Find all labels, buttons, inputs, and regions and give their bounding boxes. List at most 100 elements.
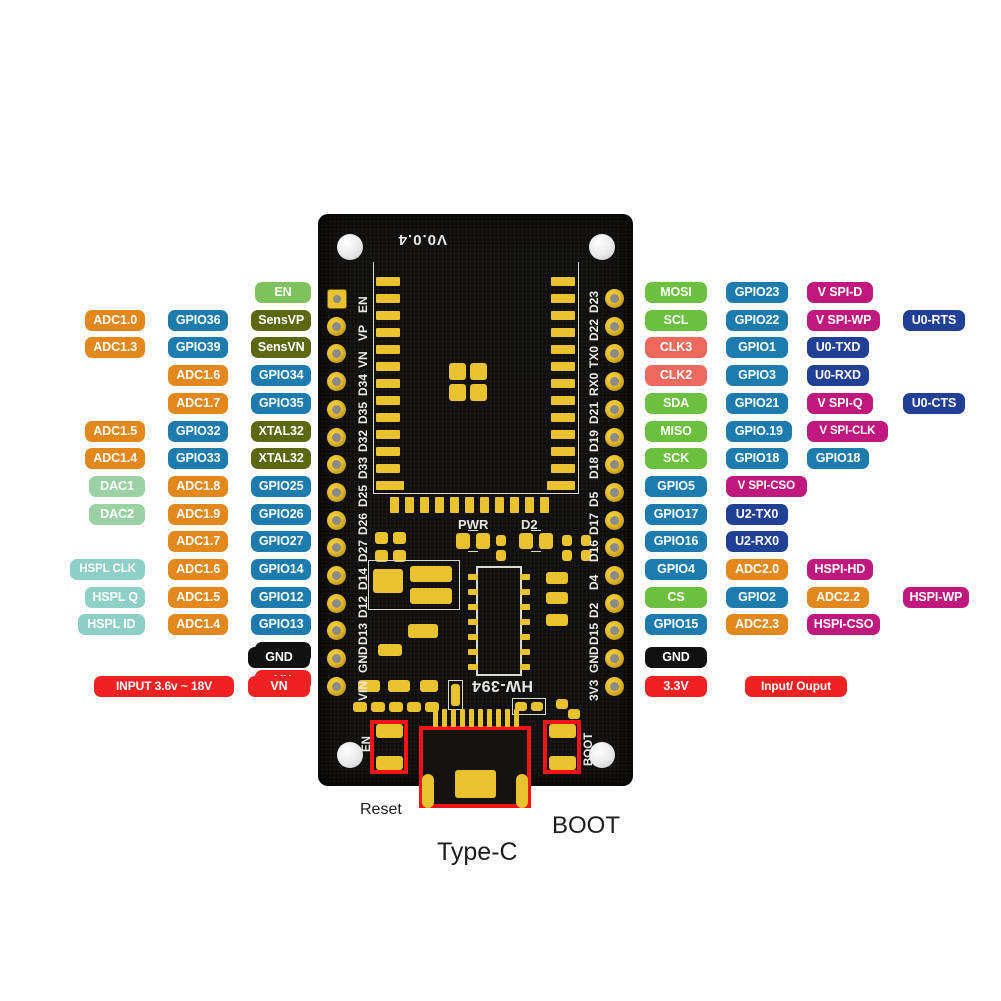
pin-label-badge: V SPI-CLK xyxy=(807,421,888,442)
module-castellation-left xyxy=(376,294,400,303)
pin-silkscreen-label: RX0 xyxy=(587,372,601,396)
smd-component xyxy=(546,592,568,604)
module-castellation-left xyxy=(376,447,400,456)
pin-label-badge: ADC1.6 xyxy=(168,365,228,386)
header-pad xyxy=(327,594,346,613)
pin-silkscreen-label: EN xyxy=(356,296,370,313)
usb-signal-pin xyxy=(496,709,501,727)
header-pad xyxy=(327,483,346,502)
pin-label-badge: U2-TX0 xyxy=(726,504,788,525)
pin-label-badge: GPIO34 xyxy=(251,365,311,386)
pin-label-badge: SensVP xyxy=(251,310,311,331)
pin-silkscreen-label: D2 xyxy=(587,602,601,618)
pin-label-badge: GPIO13 xyxy=(251,614,311,635)
module-castellation-bottom xyxy=(435,497,444,513)
header-pad xyxy=(327,428,346,447)
header-pad xyxy=(605,344,624,363)
pin-label-badge: GPIO14 xyxy=(251,559,311,580)
smd-component xyxy=(375,532,388,544)
pin-label-badge: GPIO36 xyxy=(168,310,228,331)
usb-signal-pin xyxy=(433,709,438,727)
usb-signal-pin xyxy=(469,709,474,727)
pin-label-badge: ADC2.0 xyxy=(726,559,788,580)
led-outline-d2 xyxy=(531,530,541,552)
pin-label-badge: CS xyxy=(645,587,707,608)
legend-gnd-left: GND xyxy=(248,647,310,668)
smd-component xyxy=(420,680,438,692)
header-pad xyxy=(327,289,347,309)
board-version-silkscreen: V0.0.4 xyxy=(397,231,447,248)
pin-silkscreen-label: D4 xyxy=(587,574,601,590)
header-pad xyxy=(327,621,346,640)
pin-silkscreen-label: D13 xyxy=(356,622,370,645)
ic-pin xyxy=(468,664,478,670)
header-pad xyxy=(605,372,624,391)
led-outline-pwr xyxy=(468,530,478,552)
pin-silkscreen-label: D26 xyxy=(356,512,370,535)
usb-signal-pin xyxy=(514,709,519,727)
ic-pin xyxy=(468,604,478,610)
pin-label-badge: HSPL Q xyxy=(85,587,145,608)
usb-signal-pin xyxy=(442,709,447,727)
pinout-diagram: V0.0.4 PWR D2 HW-394 EN BOOT EN VP VN D3… xyxy=(0,0,1001,1001)
pin-label-badge: GPIO39 xyxy=(168,337,228,358)
pin-label-badge: MISO xyxy=(645,421,707,442)
smd-component xyxy=(393,532,406,544)
pin-label-badge: GPIO35 xyxy=(251,393,311,414)
legend-33v-right: 3.3V xyxy=(645,676,707,697)
pin-label-badge: DAC2 xyxy=(89,504,145,525)
module-castellation-right xyxy=(551,345,575,354)
header-pad xyxy=(327,566,346,585)
pin-silkscreen-label: D5 xyxy=(587,491,601,507)
pin-label-badge: XTAL32 xyxy=(251,448,311,469)
module-castellation-bottom xyxy=(480,497,489,513)
module-castellation-right xyxy=(551,379,575,388)
module-castellation-left xyxy=(376,345,400,354)
ic-pin xyxy=(468,619,478,625)
module-castellation-bottom xyxy=(525,497,534,513)
pin-label-badge: SensVN xyxy=(251,337,311,358)
pin-label-badge: CLK2 xyxy=(645,365,707,386)
smd-component xyxy=(371,702,385,712)
header-pad xyxy=(605,428,624,447)
pin-label-badge: ADC1.6 xyxy=(168,559,228,580)
pin-silkscreen-label: TX0 xyxy=(587,345,601,368)
pin-silkscreen-label: D27 xyxy=(356,539,370,562)
module-castellation-left xyxy=(376,481,404,490)
pin-label-badge: HSPL CLK xyxy=(70,559,145,580)
pin-silkscreen-label: VIN xyxy=(356,680,370,701)
module-castellation-right xyxy=(551,362,575,371)
pin-silkscreen-label: 3V3 xyxy=(587,679,601,701)
smd-component xyxy=(496,550,506,561)
module-castellation-left xyxy=(376,379,400,388)
ic-pin xyxy=(520,664,530,670)
usb-signal-pin xyxy=(451,709,456,727)
pin-label-badge: GPIO1 xyxy=(726,337,788,358)
module-castellation-left xyxy=(376,464,400,473)
legend-vn-left: VN xyxy=(248,676,310,697)
module-castellation-right xyxy=(551,447,575,456)
header-pad xyxy=(327,511,346,530)
ic-pin xyxy=(468,589,478,595)
pin-label-badge: GPIO23 xyxy=(726,282,788,303)
pin-label-badge: GPIO22 xyxy=(726,310,788,331)
mounting-hole-top-left xyxy=(337,234,363,260)
boot-button-pad-bottom xyxy=(549,756,576,770)
module-castellation-left xyxy=(376,430,400,439)
pin-silkscreen-label: D35 xyxy=(356,401,370,424)
module-castellation-left xyxy=(376,396,400,405)
header-pad xyxy=(327,649,346,668)
module-castellation-right xyxy=(551,328,575,337)
legend-input-voltage: INPUT 3.6v ~ 18V xyxy=(94,676,234,697)
usb-signal-pin xyxy=(478,709,483,727)
pin-label-badge: U0-RXD xyxy=(807,365,869,386)
led-pad-d2-right xyxy=(539,533,553,549)
smd-component xyxy=(562,535,572,546)
pin-label-badge: SCL xyxy=(645,310,707,331)
header-pad xyxy=(327,538,346,557)
module-castellation-right xyxy=(551,294,575,303)
pin-label-badge: SDA xyxy=(645,393,707,414)
smd-component xyxy=(407,702,421,712)
pin-label-badge: GPIO27 xyxy=(251,531,311,552)
caption-boot: BOOT xyxy=(552,812,621,839)
